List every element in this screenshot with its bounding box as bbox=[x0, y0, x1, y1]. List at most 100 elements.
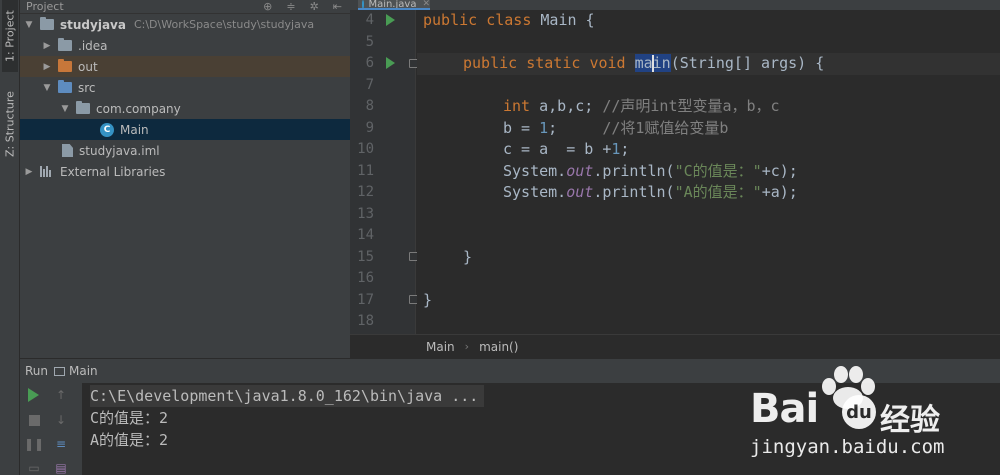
tree-item-label: com.company bbox=[96, 101, 181, 116]
close-icon[interactable]: ✕ bbox=[422, 0, 430, 8]
folder-icon bbox=[58, 38, 72, 51]
breadcrumb: Main › main() bbox=[350, 334, 1000, 358]
breadcrumb-item-main[interactable]: Main bbox=[426, 340, 455, 354]
stop-icon[interactable] bbox=[27, 413, 41, 427]
line-number: 7 bbox=[365, 76, 374, 93]
code-text: (String[] args) { bbox=[670, 54, 825, 72]
code-line-8: int a,b,c; //声明int型变量a，b，c bbox=[503, 96, 780, 118]
code-text: .println( bbox=[593, 161, 675, 180]
code-line-4: public class Main { bbox=[423, 10, 595, 32]
keyword: void bbox=[589, 54, 626, 72]
code-text: a,b,c; bbox=[530, 97, 603, 115]
keyword: int bbox=[503, 97, 531, 115]
keyword: static bbox=[526, 54, 581, 72]
watermark-jingyan-text: 经验 bbox=[880, 403, 940, 438]
code-line-17: } bbox=[423, 290, 433, 309]
tree-item-src[interactable]: ▼ src bbox=[20, 77, 350, 98]
editor-tab-bar: Main.java ✕ bbox=[350, 0, 1000, 10]
run-class-icon[interactable] bbox=[386, 14, 395, 26]
package-icon bbox=[76, 101, 90, 114]
line-number: 4 bbox=[365, 12, 374, 28]
run-config-tab[interactable]: Main bbox=[69, 364, 98, 378]
left-tool-strip: 1: Project Z: Structure bbox=[0, 0, 20, 475]
hide-panel-icon[interactable]: ⇤ bbox=[333, 0, 342, 13]
chevron-down-icon[interactable]: ▼ bbox=[24, 20, 34, 30]
watermark-logo-text: Bai bbox=[750, 386, 819, 432]
code-line-12: System.out.println("A的值是："+a); bbox=[503, 182, 798, 204]
watermark-du-badge: du bbox=[842, 395, 876, 429]
pause-icon[interactable]: ❚❚ bbox=[24, 437, 44, 451]
line-number: 15 bbox=[357, 248, 374, 265]
libraries-icon bbox=[40, 166, 54, 177]
source-folder-icon bbox=[58, 80, 72, 93]
code-editor[interactable]: public class Main { public static void m… bbox=[417, 10, 1000, 334]
chevron-down-icon[interactable]: ▼ bbox=[60, 104, 70, 114]
tree-item-label: studyjava.iml bbox=[79, 143, 160, 158]
chevron-right-icon[interactable]: ▶ bbox=[42, 62, 52, 72]
arrow-up-icon[interactable]: ↑ bbox=[54, 388, 68, 402]
code-text: b = bbox=[503, 118, 540, 137]
tree-item-idea[interactable]: ▶ .idea bbox=[20, 35, 350, 56]
chevron-down-icon[interactable]: ▼ bbox=[42, 83, 52, 93]
tree-item-main[interactable]: C Main bbox=[20, 119, 350, 140]
line-number: 17 bbox=[357, 291, 374, 308]
editor-gutter: 4 5 6 7 8 9 10 11 12 13 14 15 16 17 18 bbox=[350, 10, 418, 334]
soft-wrap-icon[interactable]: ≡ bbox=[54, 437, 68, 451]
chevron-right-icon: › bbox=[464, 340, 470, 353]
project-tool-tab[interactable]: 1: Project bbox=[2, 0, 18, 72]
collapse-all-icon[interactable]: ≑ bbox=[286, 0, 295, 13]
tree-item-studyjava[interactable]: ▼ studyjava C:\D\WorkSpace\study\studyja… bbox=[20, 14, 350, 35]
code-text: System. bbox=[503, 183, 567, 201]
baidu-jingyan-watermark: Bai du 经验 jingyan.baidu.com bbox=[748, 362, 978, 462]
arrow-down-icon[interactable]: ↓ bbox=[54, 413, 68, 427]
tab-label: Main.java bbox=[368, 0, 417, 10]
java-class-icon: C bbox=[100, 122, 114, 137]
project-panel: Project ⊕ ≑ ✲ ⇤ ▼ studyjava C:\D\WorkSpa… bbox=[20, 0, 350, 358]
target-icon[interactable]: ⊕ bbox=[263, 0, 272, 13]
folder-orange-icon bbox=[58, 59, 72, 72]
tree-item-studyjava-iml[interactable]: studyjava.iml bbox=[20, 140, 350, 161]
tree-item-label: src bbox=[78, 80, 96, 95]
method-name-part: in bbox=[652, 54, 671, 72]
number-literal: 1 bbox=[539, 118, 549, 137]
structure-tool-tab[interactable]: Z: Structure bbox=[2, 82, 18, 166]
run-toolbar: ↑ ↓ ❚❚ ≡ ▭ ▤ bbox=[20, 383, 72, 475]
project-panel-title: Project bbox=[26, 0, 64, 13]
line-number: 9 bbox=[365, 119, 374, 136]
tab-main-java[interactable]: Main.java ✕ bbox=[358, 0, 430, 10]
line-number: 10 bbox=[357, 141, 374, 157]
code-line-15: } bbox=[463, 247, 473, 266]
run-config-icon bbox=[54, 366, 66, 376]
tree-item-out[interactable]: ▶ out bbox=[20, 56, 350, 77]
line-number: 14 bbox=[357, 227, 374, 243]
console-line-command: C:\E\development\java1.8.0_162\bin\java … bbox=[90, 385, 485, 407]
line-number: 5 bbox=[365, 33, 374, 50]
code-line-11: System.out.println("C的值是："+c); bbox=[503, 161, 798, 183]
chevron-right-icon[interactable]: ▶ bbox=[42, 41, 52, 51]
chevron-right-icon[interactable]: ▶ bbox=[24, 167, 34, 177]
project-tree: ▼ studyjava C:\D\WorkSpace\study\studyja… bbox=[20, 14, 350, 182]
code-text: +c); bbox=[761, 161, 798, 180]
method-name-highlight: main bbox=[634, 54, 671, 72]
tree-item-label: .idea bbox=[78, 38, 108, 53]
comment: //将1赋值给变量b bbox=[602, 118, 729, 137]
tree-item-label: Main bbox=[120, 122, 149, 137]
tree-item-external-libraries[interactable]: ▶ External Libraries bbox=[20, 161, 350, 182]
restore-layout-icon[interactable]: ▭ bbox=[27, 461, 41, 475]
settings-gear-icon[interactable]: ✲ bbox=[310, 0, 319, 13]
keyword: class bbox=[486, 11, 532, 29]
line-number: 6 bbox=[365, 55, 374, 71]
line-number: 18 bbox=[357, 313, 374, 329]
print-icon[interactable]: ▤ bbox=[54, 461, 68, 475]
code-text: .println( bbox=[593, 183, 675, 201]
field-name: out bbox=[566, 183, 594, 201]
keyword: public bbox=[463, 54, 518, 72]
method-name-part: ma bbox=[634, 54, 653, 72]
tree-item-com-company[interactable]: ▼ com.company bbox=[20, 98, 350, 119]
line-number: 12 bbox=[357, 184, 374, 200]
code-line-6: public static void main(String[] args) { bbox=[463, 53, 824, 75]
iml-file-icon bbox=[62, 144, 73, 157]
rerun-icon[interactable] bbox=[26, 388, 40, 402]
run-main-icon[interactable] bbox=[386, 57, 395, 69]
breadcrumb-item-main-method[interactable]: main() bbox=[479, 340, 518, 354]
